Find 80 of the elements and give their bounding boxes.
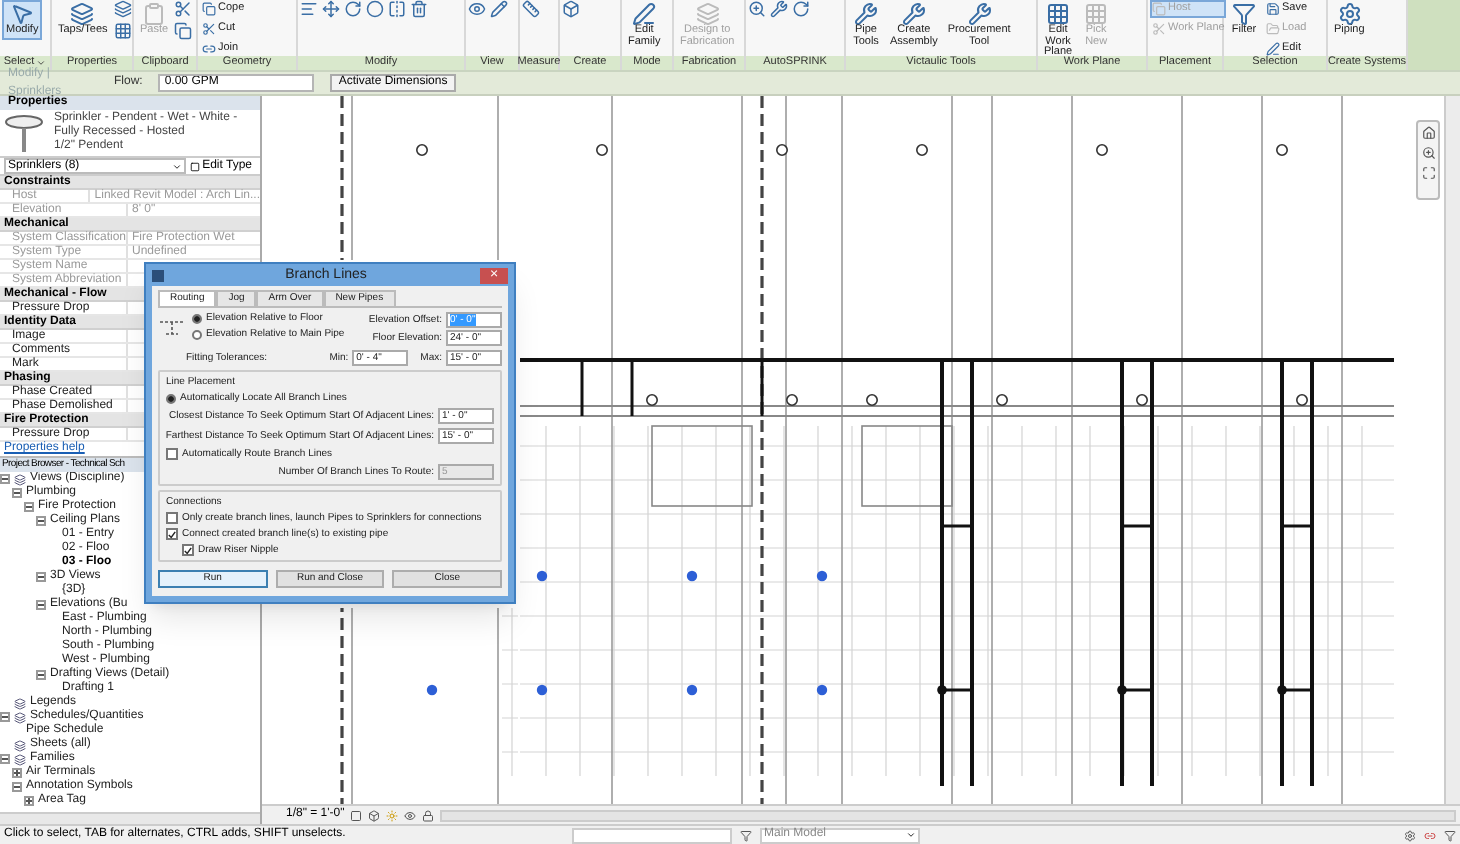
collapse-toggle[interactable] bbox=[0, 754, 10, 764]
ruler-icon[interactable] bbox=[522, 0, 540, 18]
rotate-icon[interactable] bbox=[792, 0, 810, 18]
tool-icon bbox=[695, 2, 720, 26]
filter-icon[interactable] bbox=[740, 829, 752, 841]
zoom-extents-icon[interactable] bbox=[1421, 166, 1435, 180]
eye-icon[interactable] bbox=[404, 809, 417, 821]
delete-icon[interactable] bbox=[410, 0, 428, 18]
collapse-toggle[interactable] bbox=[36, 670, 46, 680]
zoom-icon[interactable] bbox=[748, 0, 766, 18]
mirror-icon[interactable] bbox=[388, 0, 406, 18]
layers-icon[interactable] bbox=[113, 0, 132, 18]
filter-icon[interactable] bbox=[1444, 829, 1456, 841]
tool-icon bbox=[967, 2, 992, 26]
detail-level-icon[interactable] bbox=[350, 809, 363, 821]
edit-type-icon bbox=[190, 161, 201, 171]
caret-icon bbox=[172, 161, 183, 171]
move-icon[interactable] bbox=[322, 0, 340, 18]
collapse-toggle[interactable] bbox=[36, 572, 46, 582]
home-icon[interactable] bbox=[1421, 126, 1435, 140]
expand-toggle[interactable] bbox=[12, 768, 22, 778]
tool-icon bbox=[70, 2, 95, 26]
pencil-icon[interactable] bbox=[490, 0, 508, 18]
caret-icon[interactable] bbox=[36, 58, 47, 68]
tool-icon bbox=[1337, 2, 1362, 26]
collapse-toggle[interactable] bbox=[36, 600, 46, 610]
collapse-toggle[interactable] bbox=[36, 516, 46, 526]
wrench-icon[interactable] bbox=[770, 0, 788, 18]
settings-icon[interactable] bbox=[1404, 829, 1416, 841]
checkbox[interactable] bbox=[182, 544, 194, 556]
visual-style-icon[interactable] bbox=[368, 809, 381, 821]
collapse-toggle[interactable] bbox=[12, 488, 22, 498]
checkbox[interactable] bbox=[166, 448, 178, 460]
tool-icon bbox=[901, 2, 926, 26]
collapse-toggle[interactable] bbox=[12, 782, 22, 792]
expand-toggle[interactable] bbox=[24, 796, 34, 806]
tool-icon bbox=[202, 2, 216, 16]
box-icon[interactable] bbox=[562, 0, 580, 18]
tool-icon bbox=[1046, 2, 1071, 26]
checkbox[interactable] bbox=[166, 512, 178, 524]
tool-icon bbox=[202, 42, 216, 56]
folder-icon bbox=[14, 473, 26, 485]
scissors-icon[interactable] bbox=[174, 0, 193, 18]
link-icon[interactable] bbox=[1424, 829, 1436, 841]
copy-icon[interactable] bbox=[174, 22, 193, 40]
horizontal-scrollbar[interactable] bbox=[0, 812, 260, 824]
radio-button[interactable] bbox=[166, 393, 176, 403]
tool-icon bbox=[1266, 22, 1280, 36]
eye-icon[interactable] bbox=[468, 0, 486, 18]
collapse-toggle[interactable] bbox=[0, 474, 10, 484]
collapse-toggle[interactable] bbox=[24, 502, 34, 512]
rotate-icon[interactable] bbox=[344, 0, 362, 18]
checkbox[interactable] bbox=[166, 528, 178, 540]
collapse-toggle[interactable] bbox=[0, 712, 10, 722]
tool-icon bbox=[1266, 2, 1280, 16]
navigation-bar[interactable] bbox=[1416, 120, 1440, 200]
tool-icon bbox=[632, 2, 657, 26]
radio-button[interactable] bbox=[192, 313, 202, 323]
zoom-icon[interactable] bbox=[1421, 146, 1435, 160]
caret-icon bbox=[906, 830, 916, 840]
tool-icon bbox=[1152, 2, 1166, 16]
horizontal-scrollbar[interactable] bbox=[440, 809, 1456, 821]
tool-icon bbox=[142, 2, 167, 26]
pipe-diagram-icon bbox=[158, 316, 186, 336]
tool-icon bbox=[1266, 42, 1280, 56]
tool-icon bbox=[202, 22, 216, 36]
circle-icon[interactable] bbox=[366, 0, 384, 18]
vertical-scrollbar[interactable] bbox=[1444, 96, 1460, 804]
tool-icon bbox=[1152, 22, 1166, 36]
sprinkler-icon bbox=[2, 112, 46, 156]
tool-icon bbox=[10, 2, 35, 26]
grid-icon[interactable] bbox=[113, 22, 132, 40]
lock-icon[interactable] bbox=[422, 809, 435, 821]
workset-field[interactable] bbox=[572, 827, 732, 843]
app-icon bbox=[152, 269, 164, 281]
tool-icon bbox=[1084, 2, 1109, 26]
tool-icon bbox=[1232, 2, 1256, 26]
tool-icon bbox=[854, 2, 878, 26]
radio-button[interactable] bbox=[192, 329, 202, 339]
align-icon[interactable] bbox=[300, 0, 318, 18]
